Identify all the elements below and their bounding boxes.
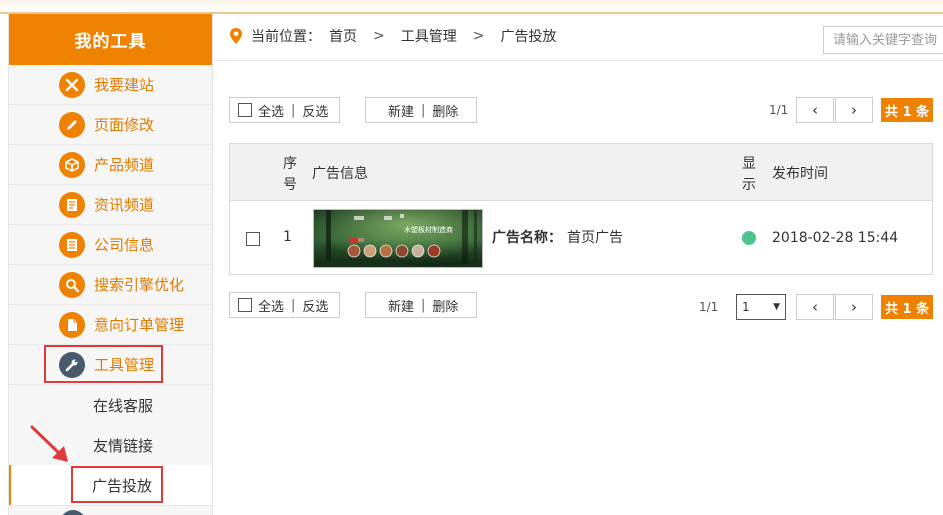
wrench-icon <box>59 351 85 378</box>
header-divider <box>213 60 943 61</box>
document-icon <box>59 231 85 258</box>
toolbar-divider: | <box>291 297 296 313</box>
ad-banner-thumbnail[interactable]: 木塑板材制造商 <box>313 209 483 268</box>
chevron-right-icon: › <box>851 298 857 316</box>
table-header: 序 号 广告信息 显 示 发布时间 <box>230 144 932 201</box>
toolbar-divider: | <box>421 297 426 313</box>
breadcrumb-tool-management[interactable]: 工具管理 <box>401 26 457 46</box>
toolbar-divider: | <box>421 102 426 118</box>
sidebar-item-products[interactable]: 产品频道 <box>9 145 212 185</box>
next-page-button[interactable]: › <box>835 294 873 320</box>
news-icon <box>59 191 85 218</box>
toolbar-divider: | <box>291 102 296 118</box>
chevron-left-icon: ‹ <box>812 298 818 316</box>
sidebar-item-label: 意向订单管理 <box>94 316 185 334</box>
header-index-2: 号 <box>283 177 297 193</box>
status-shown-icon <box>742 231 756 245</box>
location-pin-icon <box>230 28 242 44</box>
chevron-right-icon: › <box>851 101 857 119</box>
ad-table: 序 号 广告信息 显 示 发布时间 1 木塑板材制造商 广告名称： 首页广告 2… <box>229 143 933 275</box>
header-show-1: 显 <box>742 156 756 172</box>
toolbar-top: 全选 | 反选 新建 | 删除 1/1 ‹ › 共 1 条 <box>229 97 943 125</box>
page-select-value: 1 <box>742 300 750 314</box>
publish-time: 2018-02-28 15:44 <box>772 230 899 246</box>
select-all-label[interactable]: 全选 <box>258 296 284 315</box>
sidebar-item-orders[interactable]: 意向订单管理 <box>9 305 212 345</box>
invert-selection-label[interactable]: 反选 <box>302 296 328 315</box>
select-all-checkbox[interactable] <box>238 298 252 312</box>
breadcrumb-prefix: 当前位置： <box>251 29 321 45</box>
new-delete-button-group: 新建 | 删除 <box>365 292 477 318</box>
order-icon <box>59 311 85 338</box>
sidebar-item-label: 页面修改 <box>94 116 155 134</box>
page-info: 1/1 <box>699 300 719 314</box>
toolbar-bottom: 全选 | 反选 新建 | 删除 1/1 1 ▼ ‹ › 共 1 条 <box>229 292 943 320</box>
prev-page-button[interactable]: ‹ <box>796 97 834 123</box>
chevron-left-icon: ‹ <box>812 101 818 119</box>
sidebar-item-label: 资讯频道 <box>94 196 155 214</box>
new-button[interactable]: 新建 <box>388 296 414 315</box>
header-publish-time: 发布时间 <box>772 166 828 182</box>
total-count-badge: 共 1 条 <box>881 295 933 319</box>
sidebar-item-label: 公司信息 <box>94 236 155 254</box>
sidebar-subitem-online-service[interactable]: 在线客服 <box>9 385 212 425</box>
ad-name-label: 广告名称： <box>492 230 562 246</box>
sidebar-item-label: 产品频道 <box>94 156 155 174</box>
table-row: 1 木塑板材制造商 广告名称： 首页广告 2018-02-28 15:44 <box>230 201 932 275</box>
row-checkbox[interactable] <box>246 232 260 246</box>
breadcrumb-home[interactable]: 首页 <box>329 26 357 46</box>
header-ad-info: 广告信息 <box>312 166 368 182</box>
sidebar-item-page-edit[interactable]: 页面修改 <box>9 105 212 145</box>
sidebar-item-news[interactable]: 资讯频道 <box>9 185 212 225</box>
next-page-button[interactable]: › <box>835 97 873 123</box>
prev-page-button[interactable]: ‹ <box>796 294 834 320</box>
breadcrumb-separator: > <box>373 28 385 44</box>
new-delete-button-group: 新建 | 删除 <box>365 97 477 123</box>
sidebar-item-label: 搜索引擎优化 <box>94 276 185 294</box>
sidebar-item-seo[interactable]: 搜索引擎优化 <box>9 265 212 305</box>
select-all-label[interactable]: 全选 <box>258 101 284 120</box>
row-index: 1 <box>283 229 292 245</box>
sidebar-title: 我的工具 <box>9 14 212 65</box>
delete-button[interactable]: 删除 <box>432 101 458 120</box>
search-input[interactable] <box>823 26 943 54</box>
sidebar-subitem-ad-placement[interactable]: 广告投放 <box>9 465 212 505</box>
select-all-checkbox[interactable] <box>238 103 252 117</box>
header-show-2: 示 <box>742 177 756 193</box>
sidebar-item-label: 我要建站 <box>94 76 155 94</box>
breadcrumb-current: 广告投放 <box>500 29 557 45</box>
page-select[interactable]: 1 ▼ <box>736 294 786 320</box>
breadcrumb: 当前位置： 首页 > 工具管理 > 广告投放 <box>229 26 556 46</box>
tools-cross-icon <box>59 71 85 98</box>
ad-banner-text: 木塑板材制造商 <box>404 225 453 234</box>
ad-name-value: 首页广告 <box>567 230 623 246</box>
invert-selection-label[interactable]: 反选 <box>302 101 328 120</box>
breadcrumb-separator: > <box>472 28 485 44</box>
pencil-icon <box>59 111 85 138</box>
sidebar-item-label: 工具管理 <box>94 356 155 374</box>
sidebar-next-item <box>9 505 212 515</box>
total-count-badge: 共 1 条 <box>881 98 933 122</box>
delete-button[interactable]: 删除 <box>432 296 458 315</box>
new-button[interactable]: 新建 <box>388 101 414 120</box>
dropdown-arrow-icon: ▼ <box>773 302 780 312</box>
box-icon <box>59 151 85 178</box>
sidebar-item-company-info[interactable]: 公司信息 <box>9 225 212 265</box>
select-all-button[interactable]: 全选 | 反选 <box>229 97 340 123</box>
header-index-1: 序 <box>283 156 297 172</box>
search-icon <box>59 271 85 298</box>
top-border <box>0 0 943 14</box>
select-all-button[interactable]: 全选 | 反选 <box>229 292 340 318</box>
page-info: 1/1 <box>769 103 789 117</box>
pointer-arrow-icon <box>30 425 68 462</box>
sidebar-item-build-site[interactable]: 我要建站 <box>9 65 212 105</box>
sidebar-item-tool-management[interactable]: 工具管理 <box>9 345 212 385</box>
